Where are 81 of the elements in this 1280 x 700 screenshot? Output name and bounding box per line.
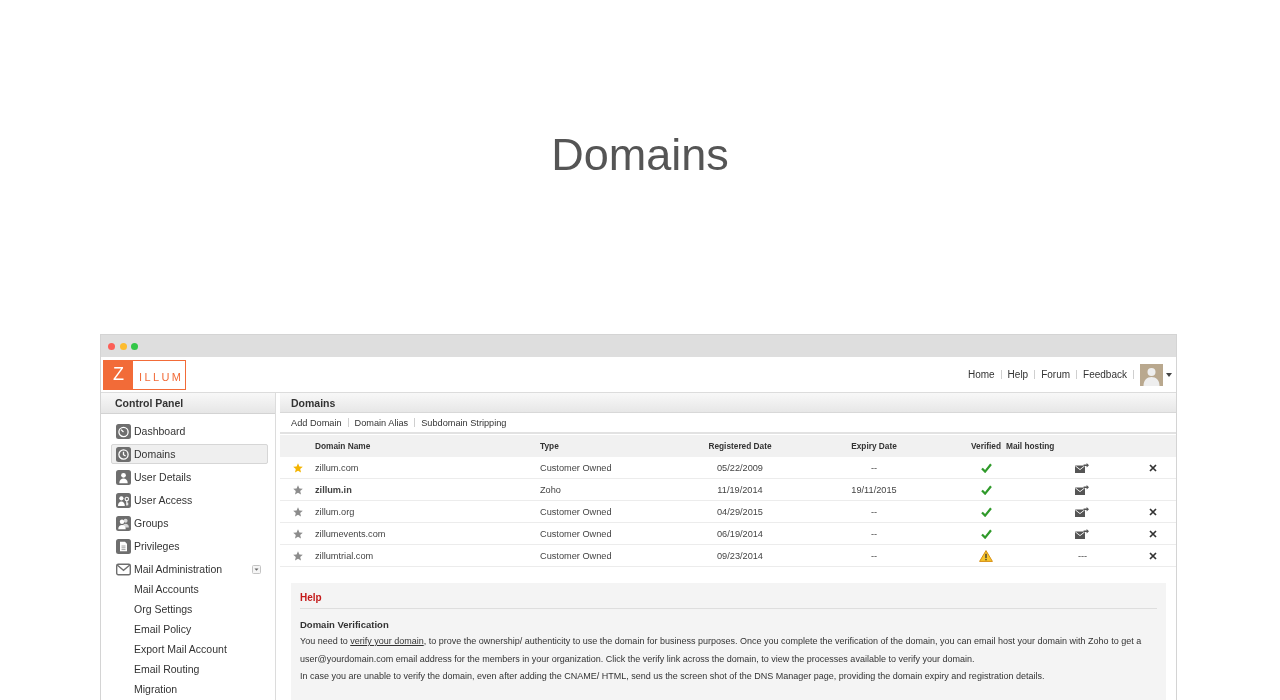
sidebar-item[interactable]: Mail Administration	[111, 559, 268, 579]
star-icon[interactable]	[293, 484, 303, 495]
nav-link[interactable]: Home	[967, 369, 995, 380]
close-icon[interactable]	[1149, 463, 1157, 472]
close-icon[interactable]	[1149, 551, 1157, 560]
table-cell-text: 04/29/2015	[716, 506, 764, 517]
document-icon	[116, 538, 131, 554]
nav-link[interactable]: Forum	[1041, 369, 1071, 380]
help-title: Help	[300, 592, 1157, 609]
table-cell-text: 19/11/2015	[850, 484, 898, 495]
table-cell-text: --	[869, 462, 879, 473]
table-cell-text: --	[869, 550, 879, 561]
sidebar-item[interactable]: Dashboard	[111, 421, 268, 441]
envelope-icon	[116, 561, 131, 577]
table-cell-text: Customer Owned	[539, 506, 613, 517]
sidebar-subitem[interactable]: Export Mail Account	[111, 639, 268, 659]
sidebar-item[interactable]: Privileges	[111, 536, 268, 556]
sidebar-header: Control Panel	[101, 393, 275, 414]
table-cell-text: Zoho	[539, 484, 562, 495]
table-cell-text: 09/23/2014	[716, 550, 764, 561]
window-close-icon[interactable]	[108, 342, 115, 350]
nav-link[interactable]: Feedback	[1083, 369, 1127, 380]
action-link[interactable]: Subdomain Stripping	[421, 417, 507, 428]
sidebar-subitem[interactable]: Email Policy	[111, 619, 268, 639]
column-header: Expiry Date	[850, 441, 898, 451]
person-icon	[116, 469, 131, 485]
star-icon[interactable]	[293, 462, 303, 473]
sidebar-item[interactable]: Groups	[111, 513, 268, 533]
sidebar-subitem[interactable]: Email Routing	[111, 659, 268, 679]
window-maximize-icon[interactable]	[131, 342, 138, 350]
action-link[interactable]: Domain Alias	[354, 417, 409, 428]
clock-icon	[116, 446, 131, 462]
action-link[interactable]: Add Domain	[291, 417, 342, 428]
help-paragraph: You need to verify your domain, to prove the ownership/ authenticity to use the domain for business purposes. Once you complete the verification of the domain, you can email host your domain with Zoho to get a user@yourdomain.com email address for the members in your organization. Click the verify link across the domain, to view the processes available to verify your domain.	[300, 635, 1143, 666]
domain-cell-text: zillum.in	[314, 484, 353, 495]
envelope-arrow-icon[interactable]	[1075, 462, 1089, 473]
table-cell-text: 06/19/2014	[716, 528, 764, 539]
sidebar-subitem[interactable]: Org Settings	[111, 599, 268, 619]
domain-cell-text: zillumevents.com	[314, 528, 387, 539]
star-icon[interactable]	[293, 506, 303, 517]
help-heading: Domain Verification	[300, 619, 390, 631]
table-cell-text: Customer Owned	[539, 528, 613, 539]
column-header: Type	[539, 441, 560, 451]
sidebar-item[interactable]: User Access	[111, 490, 268, 510]
close-icon[interactable]	[1149, 529, 1157, 538]
sidebar-item[interactable]: User Details	[111, 467, 268, 487]
column-header: Verified	[970, 441, 1002, 451]
column-header: Mail hosting	[1005, 441, 1056, 451]
table-cell: ---	[1078, 550, 1088, 561]
verify-domain-link[interactable]: verify your domain	[350, 636, 424, 646]
help-paragraph: In case you are unable to verify the domain, even after adding the CNAME/ HTML, send us the screen shot of the DNS Manager page, providing the domain expiry and registration details.	[300, 670, 1046, 683]
envelope-arrow-icon[interactable]	[1075, 506, 1089, 517]
logo-wordmark: ILLUM	[138, 369, 185, 385]
star-icon[interactable]	[293, 528, 303, 539]
sidebar-subitem[interactable]: Migration	[111, 679, 268, 699]
logo-initial: Z	[104, 360, 133, 389]
caret-icon[interactable]	[1166, 372, 1172, 377]
close-icon[interactable]	[1149, 507, 1157, 516]
nav-link[interactable]: Help	[1007, 369, 1029, 380]
page-title: Domains	[551, 128, 729, 182]
envelope-arrow-icon[interactable]	[1075, 484, 1089, 495]
table-cell-text: 05/22/2009	[716, 462, 764, 473]
envelope-arrow-icon[interactable]	[1075, 528, 1089, 539]
table-cell-text: --	[869, 506, 879, 517]
domain-cell-text: zillum.org	[314, 506, 356, 517]
domain-cell-text: zillum.com	[314, 462, 360, 473]
table-cell-text: --	[869, 528, 879, 539]
gauge-icon	[116, 423, 131, 439]
person-key-icon	[116, 492, 131, 508]
column-header: Domain Name	[314, 441, 372, 451]
sidebar-item[interactable]: Domains	[111, 444, 268, 464]
people-icon	[116, 515, 131, 531]
dropdown-toggle-icon[interactable]	[252, 564, 261, 574]
panel-title-bar: Domains	[280, 393, 1176, 413]
table-cell-text: 11/19/2014	[716, 484, 764, 495]
table-cell-text: Customer Owned	[539, 462, 613, 473]
star-icon[interactable]	[293, 550, 303, 561]
table-cell-text: Customer Owned	[539, 550, 613, 561]
sidebar-subitem[interactable]: Mail Accounts	[111, 579, 268, 599]
domain-cell-text: zillumtrial.com	[314, 550, 375, 561]
column-header: Registered Date	[707, 441, 773, 451]
